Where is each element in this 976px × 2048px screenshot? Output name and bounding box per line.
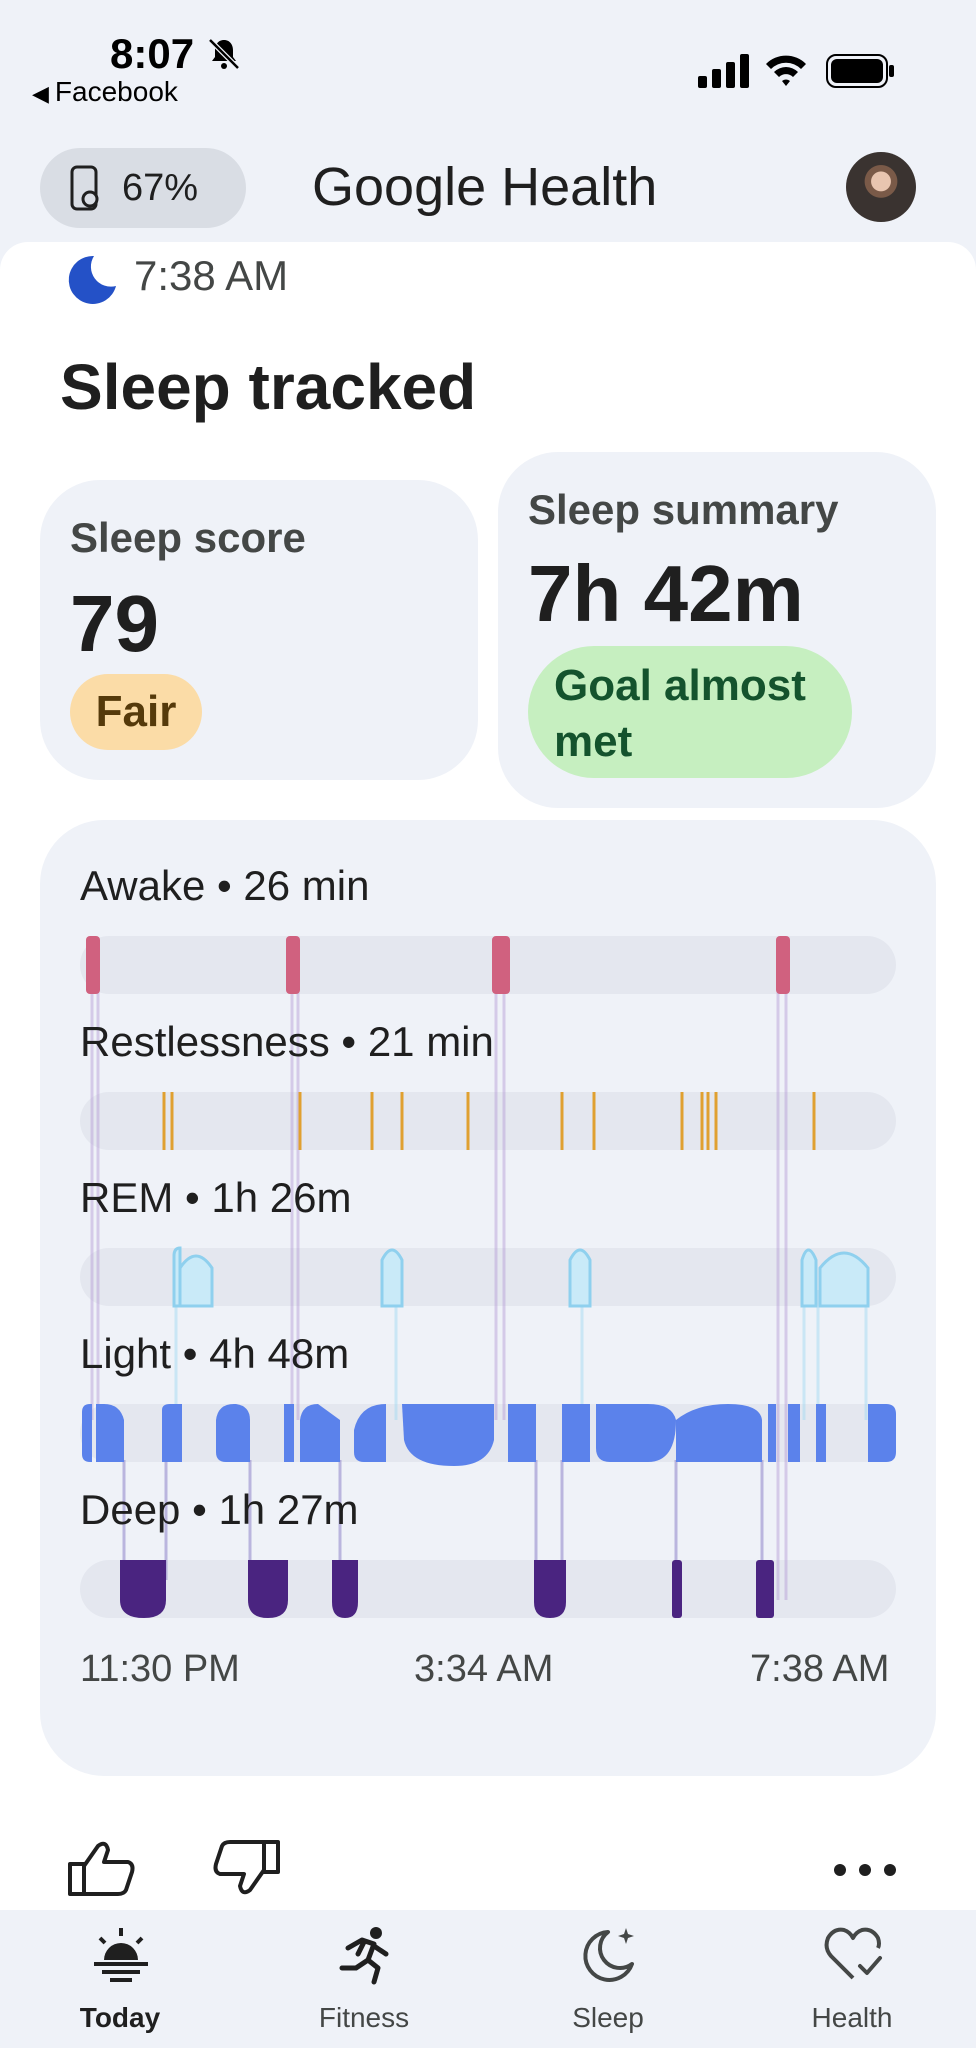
nav-health-label: Health (811, 2002, 893, 2033)
status-bar: 8:07 ◀ Facebook (0, 0, 976, 130)
nav-fitness[interactable]: Fitness (274, 1910, 454, 2048)
nav-today[interactable]: Today (30, 1910, 210, 2048)
back-app-label: Facebook (54, 76, 178, 107)
nav-fitness-label: Fitness (318, 2002, 410, 2033)
sleep-score-tile[interactable]: Sleep score 79 Fair (40, 480, 478, 780)
stage-label-restlessness: Restlessness • 21 min (80, 1018, 494, 1065)
thumb-down-icon[interactable] (212, 1838, 282, 1898)
sleep-score-label: Sleep score (70, 514, 306, 561)
stage-label-light: Light • 4h 48m (80, 1330, 350, 1377)
time-axis-mid: 3:34 AM (414, 1648, 554, 1690)
status-time: 8:07 (110, 30, 195, 77)
stage-label-rem: REM • 1h 26m (80, 1174, 352, 1221)
avatar[interactable] (846, 152, 916, 222)
more-options-icon[interactable] (830, 1860, 900, 1880)
thumb-up-icon[interactable] (66, 1838, 136, 1898)
sunrise-icon (94, 1928, 148, 1982)
running-icon (339, 1927, 389, 1985)
sleep-summary-label: Sleep summary (528, 486, 839, 533)
device-battery-pill[interactable]: 67% (40, 148, 246, 228)
sleep-score-value: 79 (70, 579, 159, 668)
time-axis-start: 11:30 PM (80, 1648, 240, 1690)
sleep-goal-badge: Goal almost met (528, 646, 852, 778)
moon-icon (68, 255, 116, 304)
sleep-summary-value: 7h 42m (528, 549, 804, 638)
nav-sleep[interactable]: Sleep (518, 1910, 698, 2048)
phone-battery-icon (70, 165, 99, 211)
app-title: Google Health (312, 157, 658, 217)
bottom-nav: Today Fitness Sleep Health (0, 1910, 976, 2048)
sleep-summary-tile[interactable]: Sleep summary 7h 42m Goal almost met (498, 452, 936, 808)
back-to-app-link[interactable]: ◀ Facebook (32, 76, 178, 108)
nav-today-label: Today (79, 2002, 161, 2033)
battery-icon (826, 54, 894, 88)
back-triangle-icon: ◀ (32, 81, 49, 106)
bell-muted-icon (208, 38, 240, 70)
device-battery-percent: 67% (122, 166, 199, 209)
heart-check-icon (824, 1927, 882, 1980)
sleep-hypnogram (82, 936, 896, 1618)
nav-sleep-label: Sleep (572, 2002, 644, 2033)
stage-label-awake: Awake • 26 min (80, 862, 370, 909)
time-axis-end: 7:38 AM (750, 1648, 890, 1690)
nav-health[interactable]: Health (762, 1910, 942, 2048)
sleep-stages-card[interactable]: Awake • 26 min Restlessness • 21 min REM… (40, 820, 936, 1776)
wake-time: 7:38 AM (134, 252, 289, 299)
sleep-score-badge: Fair (70, 674, 202, 750)
cell-signal-icon (698, 54, 749, 88)
sleep-card-title: Sleep tracked (60, 351, 477, 423)
stage-label-deep: Deep • 1h 27m (80, 1486, 359, 1533)
moon-stars-icon (583, 1928, 634, 1982)
wifi-icon (766, 55, 806, 86)
